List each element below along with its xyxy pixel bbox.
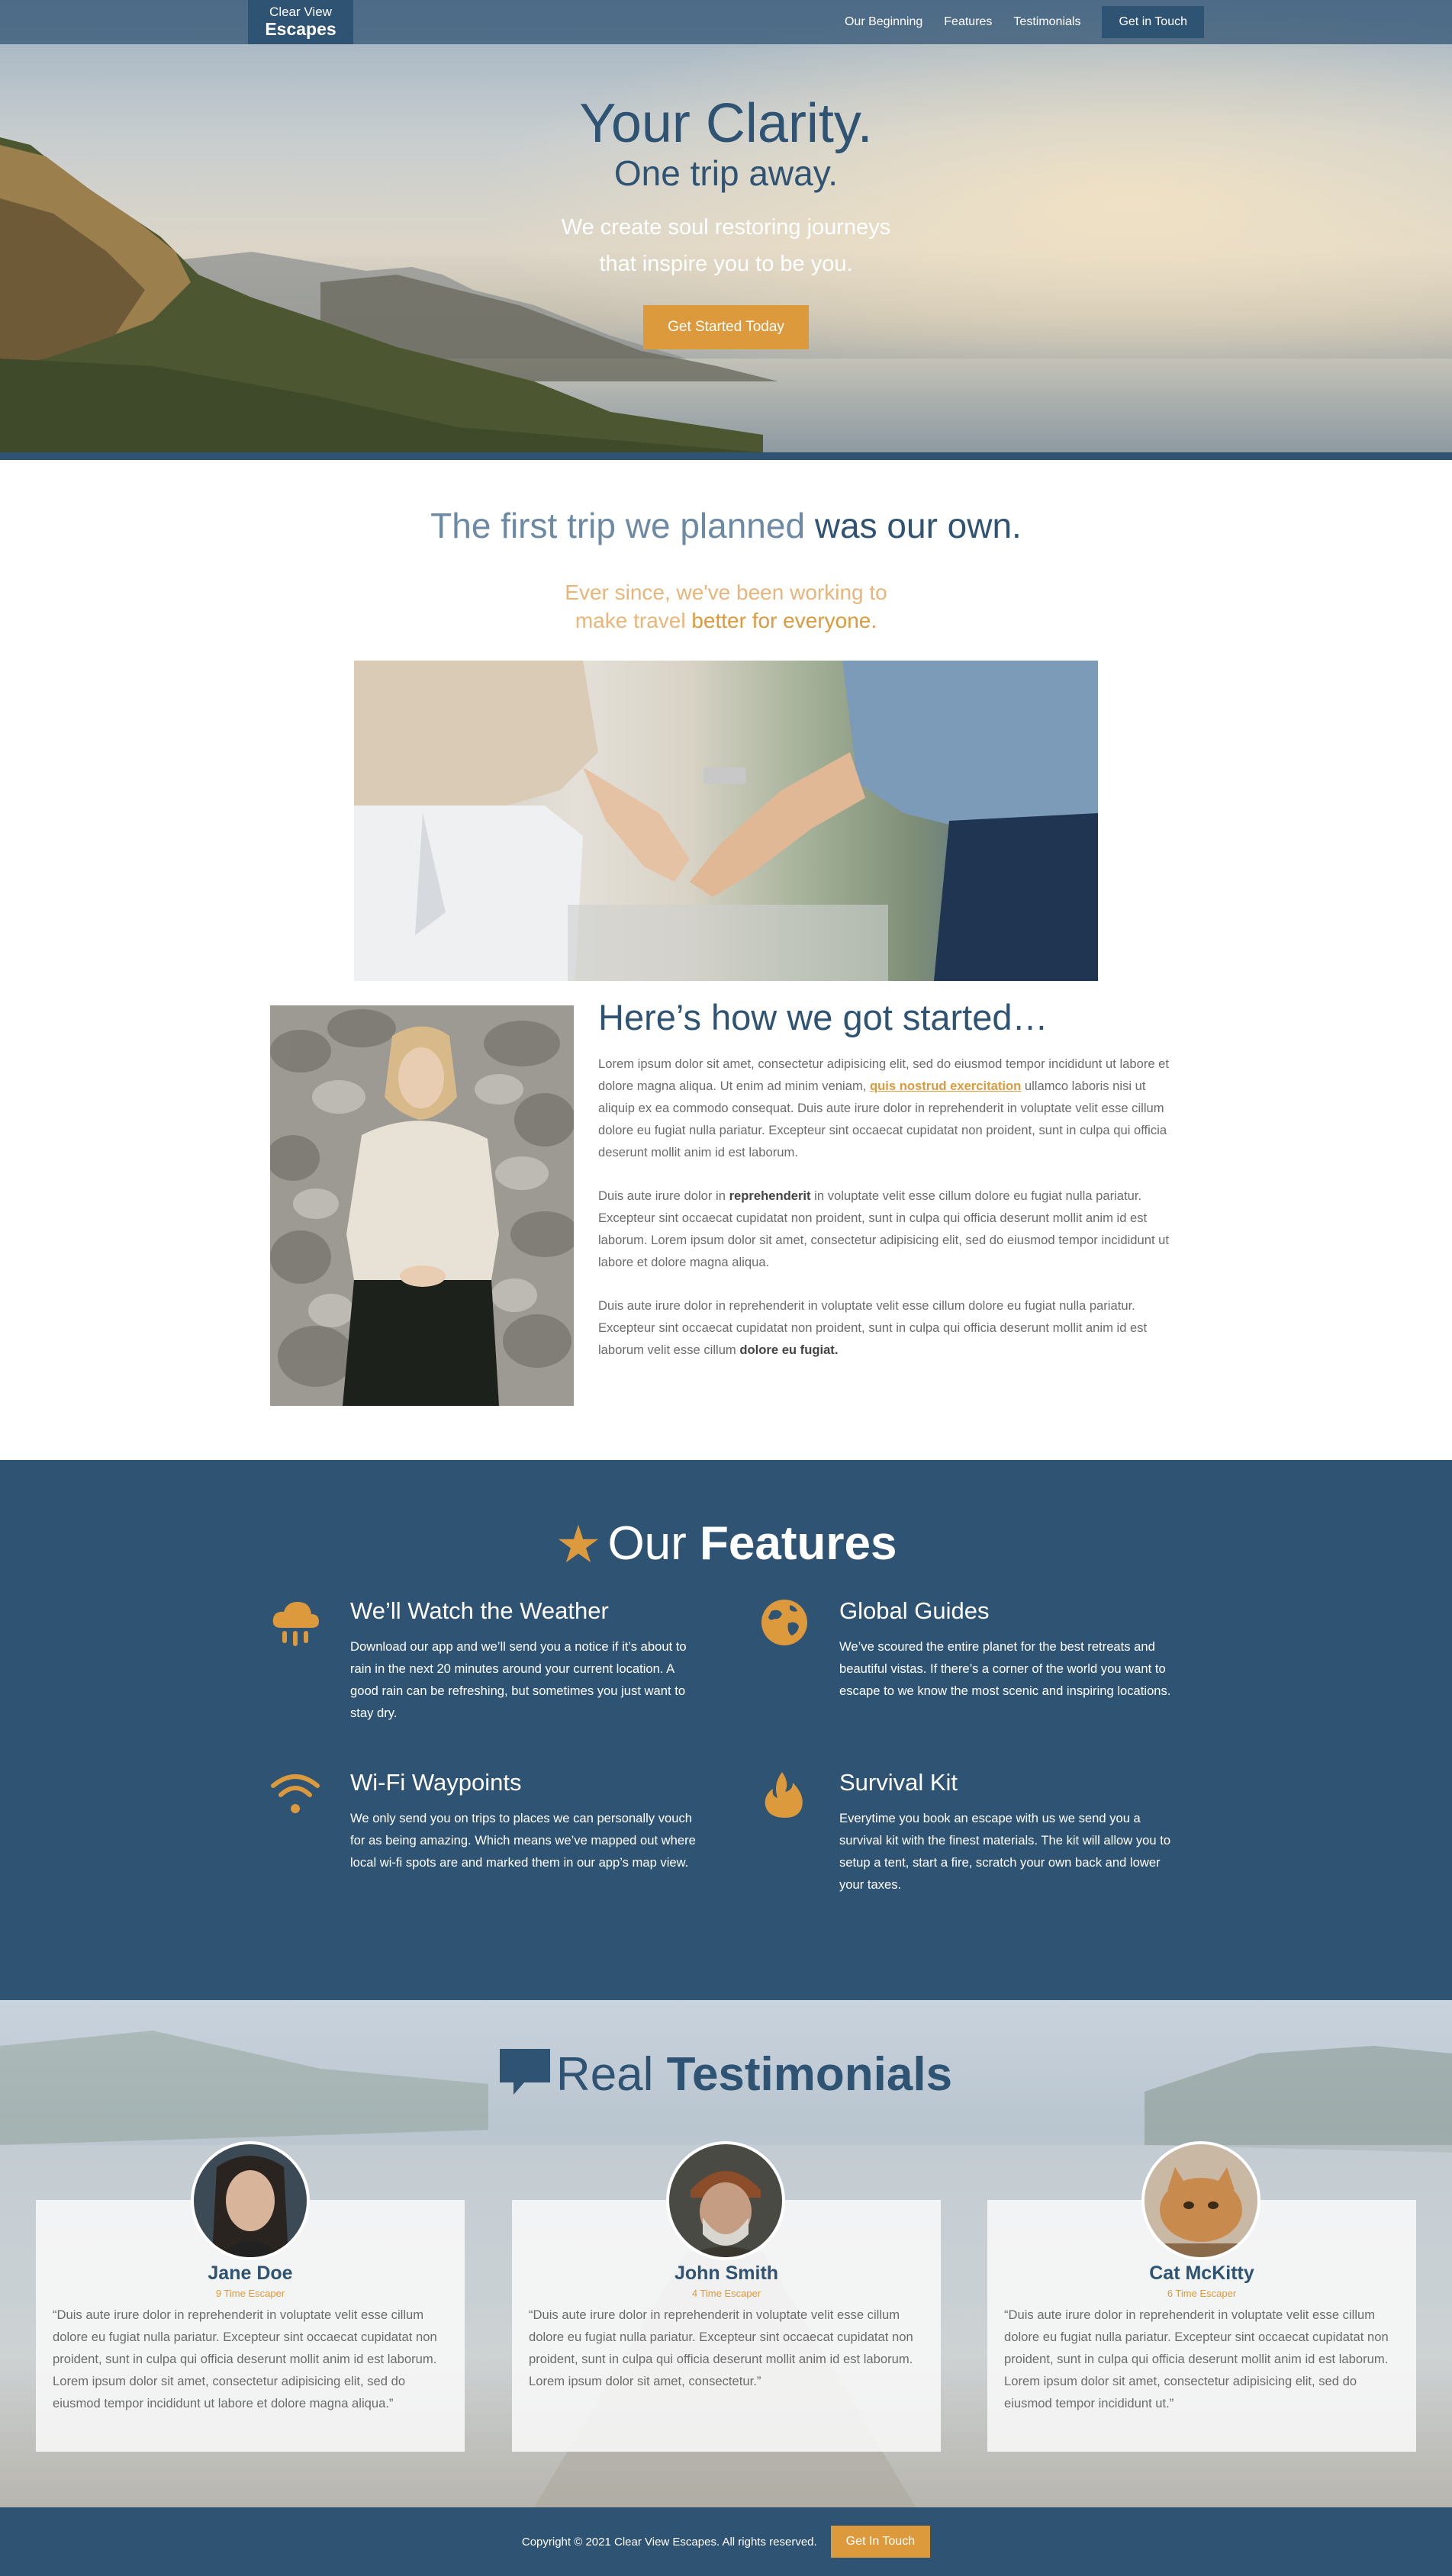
testimonial-quote: “Duis aute irure dolor in reprehenderit … — [529, 2307, 913, 2388]
story-heading: The first trip we planned was our own. — [0, 505, 1452, 546]
feature-title-wifi: Wi-Fi Waypoints — [350, 1769, 522, 1796]
nav-link-features[interactable]: Features — [944, 15, 992, 29]
story-sub-line1: Ever since, we've been working to — [565, 580, 887, 604]
star-icon: ★ — [555, 1516, 602, 1574]
testimonials-title: Real Testimonials — [0, 2047, 1452, 2102]
speech-bubble-icon — [499, 2049, 550, 2095]
hero-divider — [0, 452, 1452, 460]
avatar-jane — [191, 2141, 310, 2260]
feature-text-weather: Download our app and we’ll send you a no… — [350, 1639, 687, 1720]
footer-get-in-touch-button[interactable]: Get In Touch — [830, 2526, 931, 2558]
feature-title-survival: Survival Kit — [839, 1769, 958, 1796]
started-paragraph-2: Duis aute irure dolor in reprehenderit i… — [598, 1185, 1172, 1273]
testimonial-quote: “Duis aute irure dolor in reprehenderit … — [53, 2307, 437, 2410]
testimonial-quote: “Duis aute irure dolor in reprehenderit … — [1004, 2307, 1389, 2410]
nav-link-our-beginning[interactable]: Our Beginning — [845, 15, 922, 29]
features-title-light: Our — [607, 1517, 687, 1570]
started-p2-bold: reprehenderit — [729, 1188, 811, 1203]
story-sub-line2-bold: better for everyone. — [691, 609, 877, 632]
copyright-text: Copyright © 2021 Clear View Escapes. All… — [521, 2535, 817, 2549]
avatar-cat — [1141, 2141, 1260, 2260]
testimonials-section: Real Testimonials Jane Doe 9 Time Escape… — [0, 2000, 1452, 2507]
quis-nostrud-link[interactable]: quis nostrud exercitation — [870, 1079, 1021, 1093]
holding-hands-photo — [354, 661, 1098, 981]
woman-portrait-photo — [270, 1005, 574, 1406]
testimonial-name: John Smith — [674, 2262, 779, 2284]
started-p3-bold: dolore eu fugiat. — [739, 1343, 839, 1357]
started-paragraph-1: Lorem ipsum dolor sit amet, consectetur … — [598, 1053, 1172, 1163]
testimonial-tag: 9 Time Escaper — [215, 2288, 285, 2299]
get-started-button[interactable]: Get Started Today — [643, 305, 809, 349]
feature-text-survival: Everytime you book an escape with us we … — [839, 1811, 1171, 1892]
testimonial-tag: 6 Time Escaper — [1167, 2288, 1237, 2299]
testimonial-tag: 4 Time Escaper — [691, 2288, 761, 2299]
started-body: Lorem ipsum dolor sit amet, consectetur … — [598, 1053, 1172, 1382]
started-p3-text-a: Duis aute irure dolor in reprehenderit i… — [598, 1298, 1148, 1357]
started-p2-text-a: Duis aute irure dolor in — [598, 1188, 726, 1203]
logo-top-text: Clear View — [269, 5, 332, 19]
testimonial-name: Cat McKitty — [1149, 2262, 1254, 2284]
features-title: ★ Our Features — [0, 1512, 1452, 1574]
story-sub-line2-light: make travel — [575, 609, 686, 632]
wifi-icon — [271, 1774, 320, 1813]
feature-text-wifi: We only send you on trips to places we c… — [350, 1811, 696, 1870]
story-heading-bold: was our own. — [814, 506, 1022, 545]
avatar-john — [666, 2141, 785, 2260]
feature-title-weather: We’ll Watch the Weather — [350, 1597, 609, 1624]
hero-section: Your Clarity. One trip away. We create s… — [0, 0, 1452, 452]
hero-title: Your Clarity. — [579, 93, 873, 154]
fire-icon — [765, 1772, 803, 1818]
features-section: ★ Our Features We’ll Watch the Weather Do… — [0, 1460, 1452, 2000]
site-logo[interactable]: Clear View Escapes — [248, 0, 353, 44]
story-heading-light: The first trip we planned — [430, 506, 806, 545]
top-navbar: Clear View Escapes Our Beginning Feature… — [0, 0, 1452, 44]
hero-tagline-line1: We create soul restoring journeys — [561, 215, 891, 240]
started-heading: Here’s how we got started… — [598, 997, 1048, 1037]
testimonials-title-bold: Testimonials — [666, 2048, 953, 2101]
cloud-rain-icon — [272, 1602, 319, 1646]
started-paragraph-3: Duis aute irure dolor in reprehenderit i… — [598, 1294, 1172, 1361]
globe-icon — [761, 1600, 807, 1645]
features-title-bold: Features — [700, 1517, 897, 1570]
logo-bottom-text: Escapes — [265, 19, 336, 39]
feature-title-guides: Global Guides — [839, 1597, 990, 1624]
story-subheading: Ever since, we've been working to make t… — [0, 578, 1452, 635]
nav-link-testimonials[interactable]: Testimonials — [1013, 15, 1080, 29]
footer: Copyright © 2021 Clear View Escapes. All… — [0, 2507, 1452, 2576]
hero-subtitle: One trip away. — [613, 153, 839, 193]
testimonials-title-light: Real — [555, 2048, 654, 2101]
feature-text-guides: We’ve scoured the entire planet for the … — [839, 1639, 1171, 1698]
hero-tagline-line2: that inspire you to be you. — [599, 252, 853, 276]
nav-get-in-touch-button[interactable]: Get in Touch — [1102, 6, 1204, 38]
testimonial-name: Jane Doe — [208, 2262, 293, 2284]
